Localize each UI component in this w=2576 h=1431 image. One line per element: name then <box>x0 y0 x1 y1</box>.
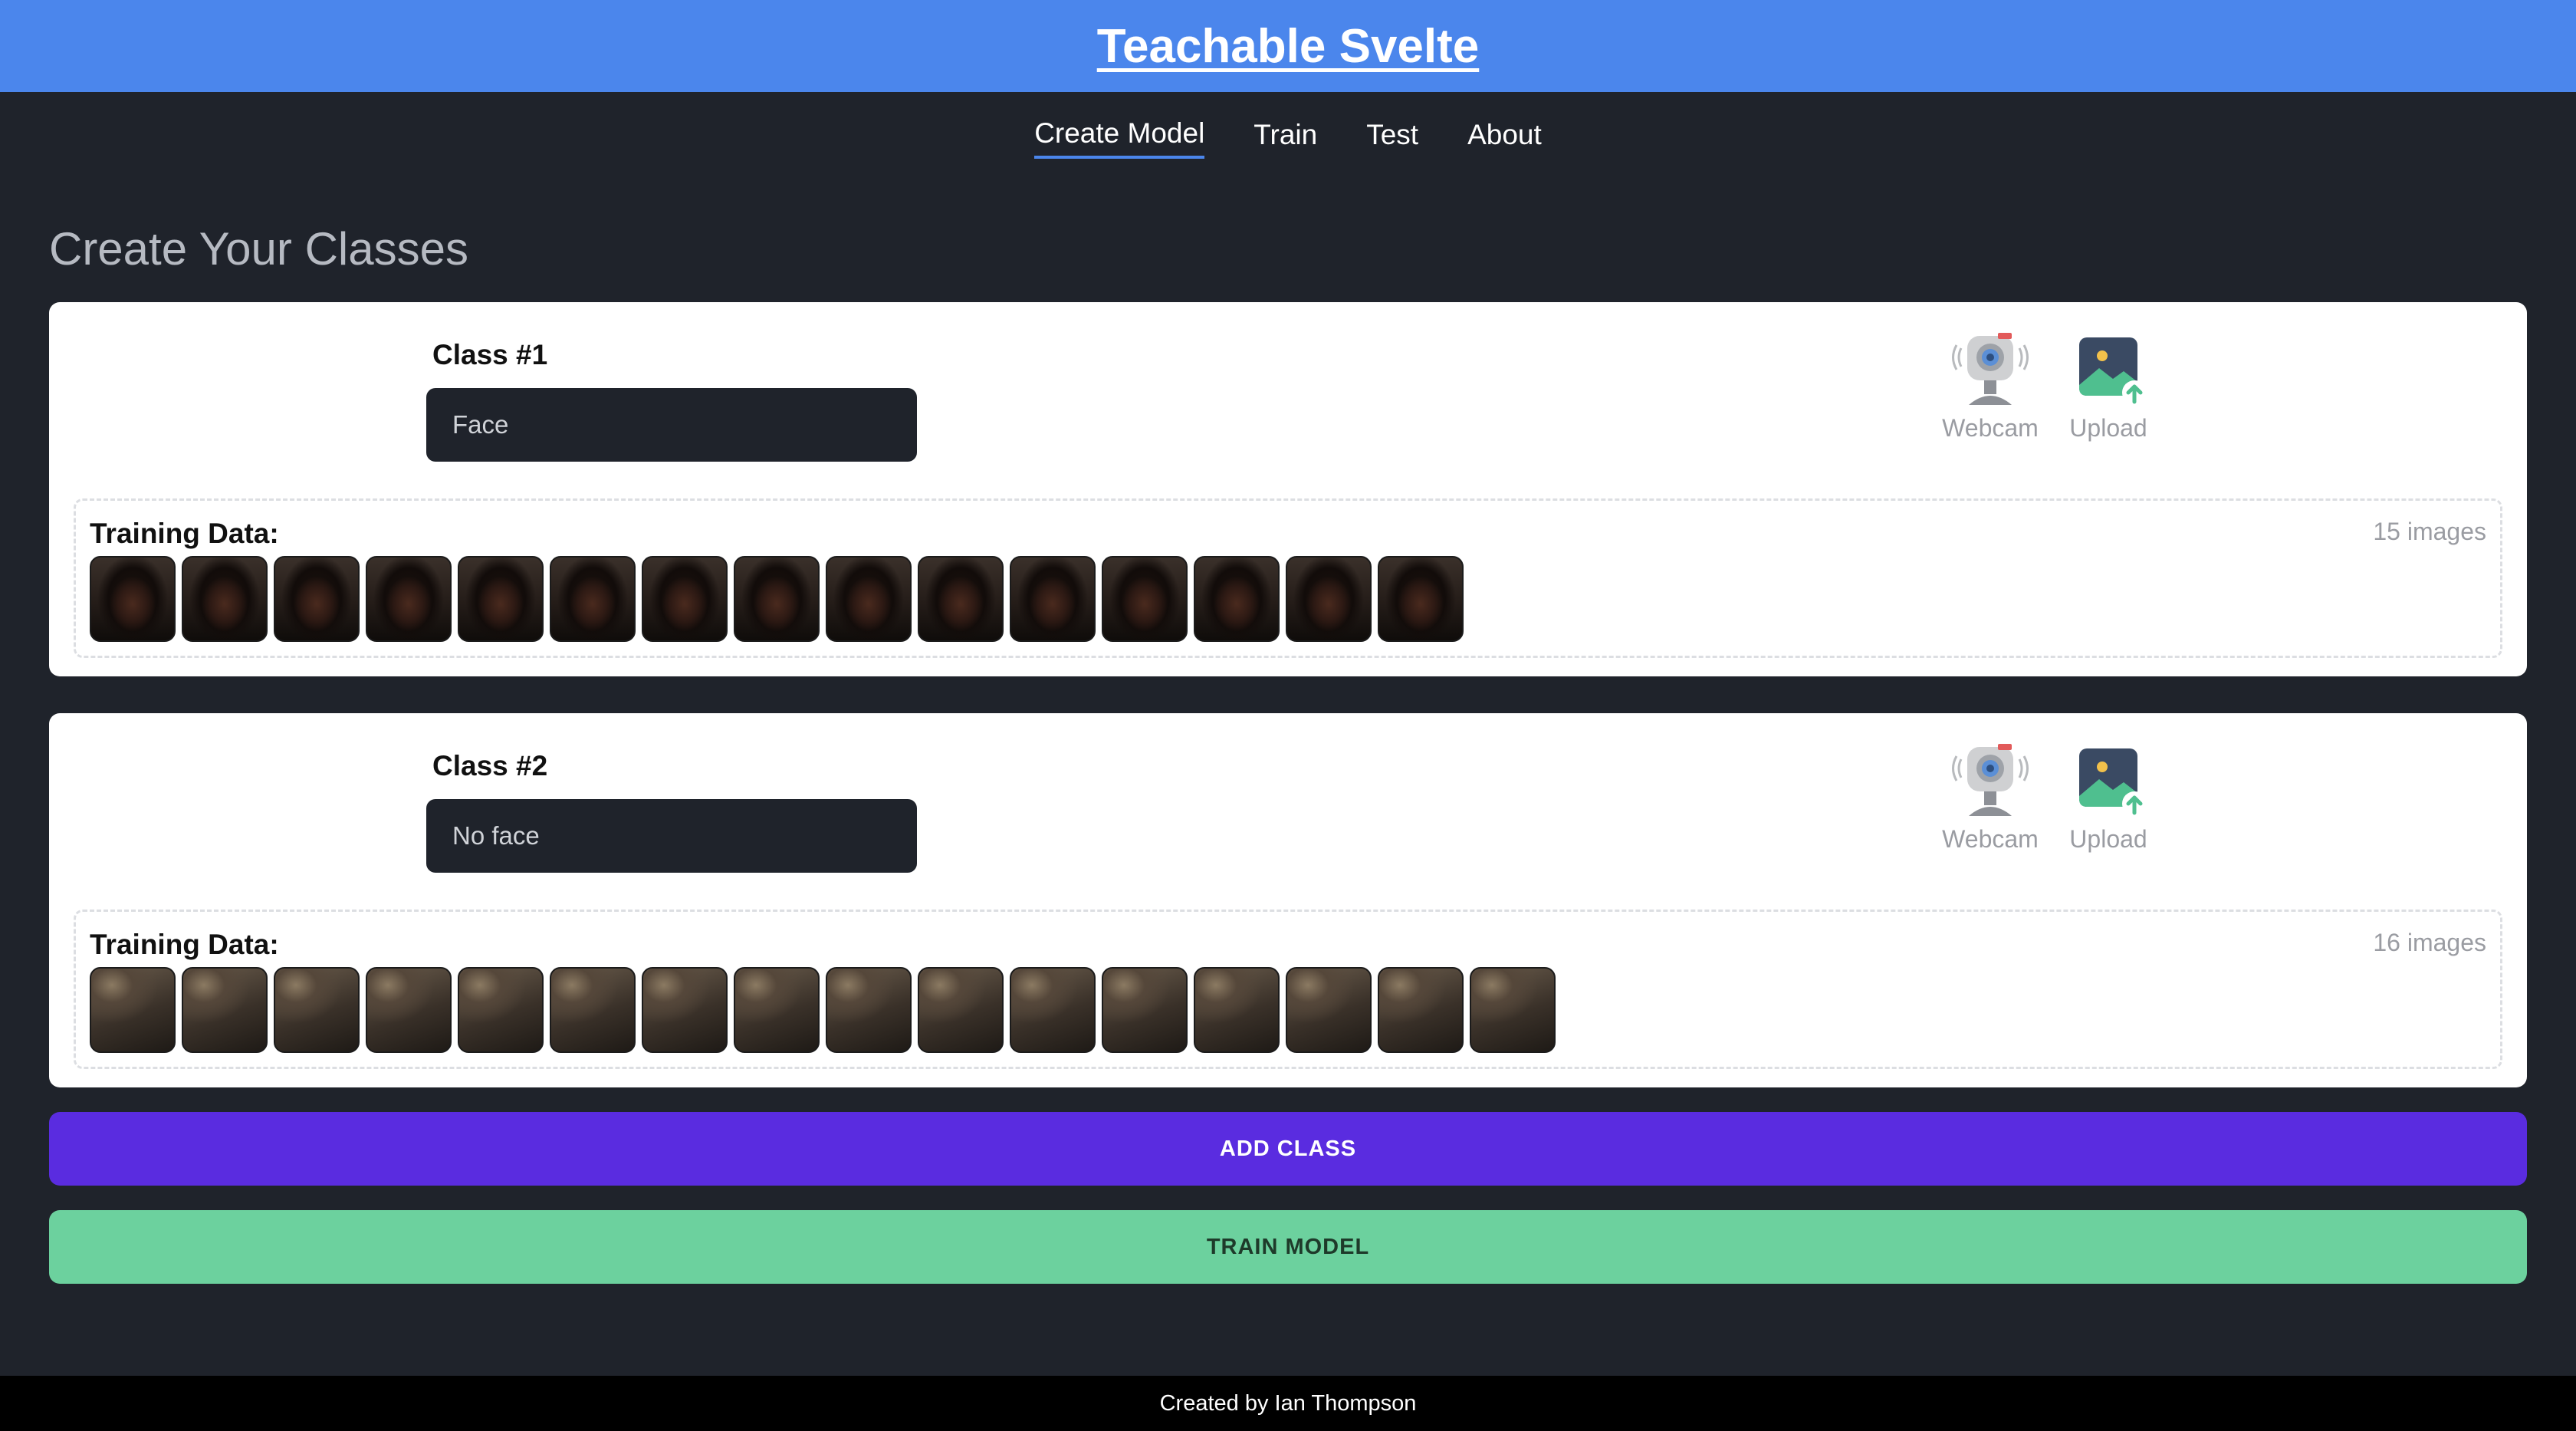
training-image-thumbnail[interactable] <box>90 556 176 642</box>
training-data-label: Training Data: <box>90 929 279 960</box>
image-count: 15 images <box>2373 518 2486 545</box>
webcam-icon <box>1952 744 2029 816</box>
training-image-thumbnail[interactable] <box>918 967 1004 1053</box>
webcam-icon <box>1952 333 2029 405</box>
training-image-thumbnail[interactable] <box>826 967 912 1053</box>
class-name-input[interactable] <box>426 388 917 462</box>
class-name-input[interactable] <box>426 799 917 873</box>
upload-button[interactable]: Upload <box>2055 742 2162 857</box>
webcam-label: Webcam <box>1942 414 2039 442</box>
class-card-2: Class #2 Webcam Upload Training Data: <box>49 713 2527 1087</box>
training-image-thumbnail[interactable] <box>734 556 820 642</box>
training-image-thumbnail[interactable] <box>458 967 544 1053</box>
training-data-area: Training Data: 16 images <box>74 910 2502 1069</box>
webcam-button[interactable]: Webcam <box>1937 331 2044 446</box>
training-image-thumbnail[interactable] <box>366 556 452 642</box>
class-card-1: Class #1 Webcam Upload Training Data: <box>49 302 2527 676</box>
webcam-label: Webcam <box>1942 825 2039 853</box>
training-image-thumbnail[interactable] <box>182 556 268 642</box>
upload-label: Upload <box>2069 414 2147 442</box>
app-header: Teachable Svelte <box>0 0 2576 92</box>
training-image-thumbnail[interactable] <box>1378 556 1464 642</box>
webcam-button[interactable]: Webcam <box>1937 742 2044 857</box>
nav-create-model[interactable]: Create Model <box>1034 117 1205 159</box>
training-data-label: Training Data: <box>90 518 279 549</box>
upload-label: Upload <box>2069 825 2147 853</box>
training-image-thumbnail[interactable] <box>1010 556 1096 642</box>
class-label: Class #2 <box>432 750 548 781</box>
training-image-thumbnail[interactable] <box>1470 967 1556 1053</box>
image-count: 16 images <box>2373 929 2486 956</box>
training-image-thumbnail[interactable] <box>366 967 452 1053</box>
upload-button[interactable]: Upload <box>2055 331 2162 446</box>
thumbnail-strip <box>90 556 1464 642</box>
training-image-thumbnail[interactable] <box>550 556 636 642</box>
training-image-thumbnail[interactable] <box>458 556 544 642</box>
thumbnail-strip <box>90 967 1556 1053</box>
training-image-thumbnail[interactable] <box>1010 967 1096 1053</box>
add-class-button[interactable]: ADD CLASS <box>49 1112 2527 1186</box>
class-label: Class #1 <box>432 339 548 370</box>
training-image-thumbnail[interactable] <box>90 967 176 1053</box>
training-image-thumbnail[interactable] <box>1194 556 1280 642</box>
training-image-thumbnail[interactable] <box>918 556 1004 642</box>
footer: Created by Ian Thompson <box>0 1376 2576 1431</box>
training-image-thumbnail[interactable] <box>550 967 636 1053</box>
training-image-thumbnail[interactable] <box>274 967 360 1053</box>
image-upload-icon <box>2079 748 2147 816</box>
training-image-thumbnail[interactable] <box>734 967 820 1053</box>
training-image-thumbnail[interactable] <box>1286 556 1372 642</box>
train-model-button[interactable]: TRAIN MODEL <box>49 1210 2527 1284</box>
nav-train[interactable]: Train <box>1254 119 1317 157</box>
training-image-thumbnail[interactable] <box>1286 967 1372 1053</box>
training-image-thumbnail[interactable] <box>642 967 728 1053</box>
app-title-link[interactable]: Teachable Svelte <box>1097 19 1480 74</box>
training-image-thumbnail[interactable] <box>642 556 728 642</box>
main-nav: Create Model Train Test About <box>0 92 2576 184</box>
nav-test[interactable]: Test <box>1366 119 1418 157</box>
training-image-thumbnail[interactable] <box>182 967 268 1053</box>
training-image-thumbnail[interactable] <box>1102 556 1188 642</box>
nav-about[interactable]: About <box>1467 119 1542 157</box>
training-image-thumbnail[interactable] <box>274 556 360 642</box>
page-title: Create Your Classes <box>49 223 468 275</box>
training-image-thumbnail[interactable] <box>826 556 912 642</box>
footer-credit: Created by Ian Thompson <box>1159 1390 1417 1416</box>
training-data-area: Training Data: 15 images <box>74 498 2502 658</box>
training-image-thumbnail[interactable] <box>1378 967 1464 1053</box>
image-upload-icon <box>2079 337 2147 405</box>
training-image-thumbnail[interactable] <box>1102 967 1188 1053</box>
training-image-thumbnail[interactable] <box>1194 967 1280 1053</box>
